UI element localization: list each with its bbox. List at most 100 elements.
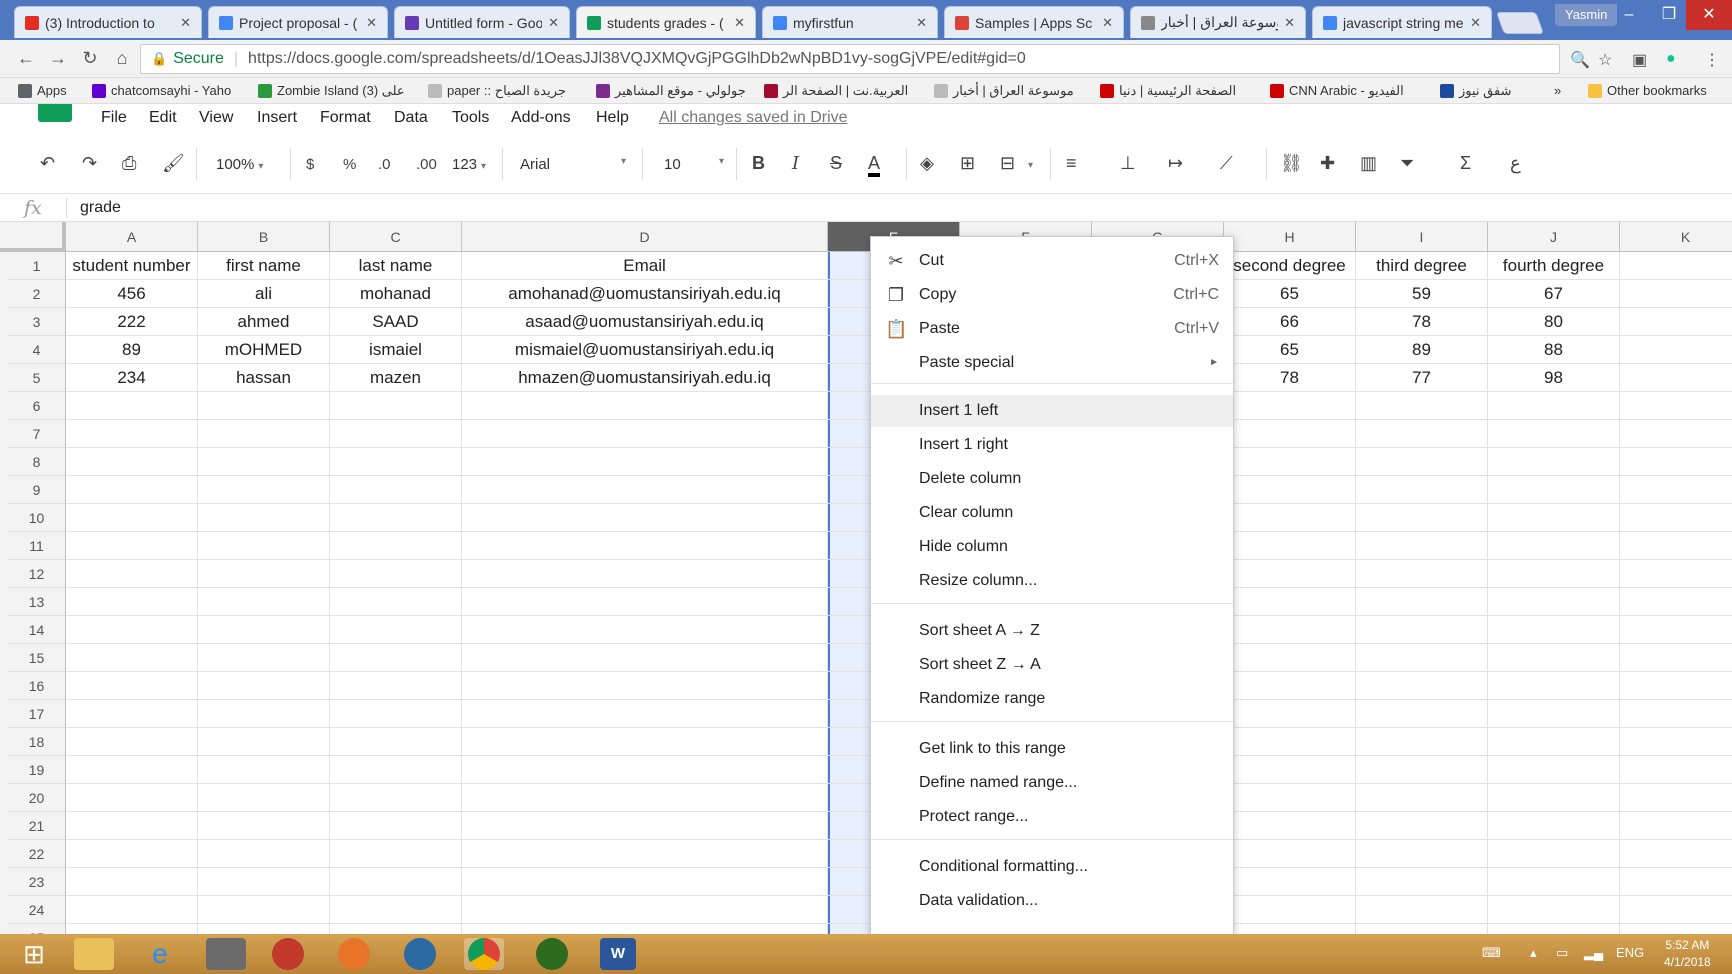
cell-d10[interactable] [462,504,828,532]
menu-item-paste[interactable]: 📋 Paste Ctrl+V [871,313,1233,345]
reload-icon[interactable]: ↻ [78,48,102,69]
cell-b8[interactable] [198,448,330,476]
menu-item-sort-sheet-z-a[interactable]: Sort sheet Z → A [871,649,1233,681]
row-header[interactable]: 20 [8,784,66,812]
undo-icon[interactable]: ↶ [40,153,55,174]
forward-icon[interactable]: → [46,48,70,69]
row-header[interactable]: 5 [8,364,66,392]
cell-b12[interactable] [198,560,330,588]
browser-tab[interactable]: javascript string me ✕ [1312,6,1492,38]
paint-format-icon[interactable]: 🖌 [162,153,185,174]
cell-b5[interactable]: hassan [198,364,330,392]
cell-c1[interactable]: last name [330,252,462,280]
cell-d25[interactable] [462,924,828,934]
cell-j24[interactable] [1488,896,1620,924]
menu-item-delete-column[interactable]: Delete column [871,463,1233,495]
fill-color-icon[interactable]: ◈ [920,153,934,174]
cell-d24[interactable] [462,896,828,924]
cell-c9[interactable] [330,476,462,504]
menu-item-copy[interactable]: ❐ Copy Ctrl+C [871,279,1233,311]
cell-i15[interactable] [1356,644,1488,672]
row-header[interactable]: 4 [8,336,66,364]
cell-j13[interactable] [1488,588,1620,616]
percent-format-button[interactable]: % [343,156,356,173]
column-header-d[interactable]: D [462,222,828,252]
browser-tab-active[interactable]: students grades - ( ✕ [576,6,756,38]
cell-i5[interactable]: 77 [1356,364,1488,392]
language-indicator[interactable]: ENG [1616,945,1644,960]
cell-i13[interactable] [1356,588,1488,616]
cell-h24[interactable] [1224,896,1356,924]
cell-c22[interactable] [330,840,462,868]
cell-d17[interactable] [462,700,828,728]
more-formats-select[interactable]: 123 ▾ [452,156,486,173]
cell-d3[interactable]: asaad@uomustansiriyah.edu.iq [462,308,828,336]
cell-c11[interactable] [330,532,462,560]
cell-j12[interactable] [1488,560,1620,588]
sheets-logo-icon[interactable] [38,104,72,122]
menu-tools[interactable]: Tools [452,109,489,127]
cell-c5[interactable]: mazen [330,364,462,392]
cell-h7[interactable] [1224,420,1356,448]
close-icon[interactable]: ✕ [548,15,559,31]
menu-insert[interactable]: Insert [257,109,297,127]
firefox-icon[interactable] [338,938,370,970]
cell-h25[interactable] [1224,924,1356,934]
row-header[interactable]: 9 [8,476,66,504]
media-player-icon[interactable] [404,938,436,970]
menu-item-sort-sheet-a-z[interactable]: Sort sheet A → Z [871,615,1233,647]
cell-i9[interactable] [1356,476,1488,504]
row-header[interactable]: 13 [8,588,66,616]
vertical-align-icon[interactable]: ⊥ [1120,153,1136,174]
column-header-a[interactable]: A [66,222,198,252]
cell-i6[interactable] [1356,392,1488,420]
back-icon[interactable]: ← [14,48,38,69]
cell-i3[interactable]: 78 [1356,308,1488,336]
cell-c3[interactable]: SAAD [330,308,462,336]
cell-i8[interactable] [1356,448,1488,476]
cell-c4[interactable]: ismaiel [330,336,462,364]
cell-c8[interactable] [330,448,462,476]
close-icon[interactable]: ✕ [366,15,377,31]
cell-c17[interactable] [330,700,462,728]
cell-j16[interactable] [1488,672,1620,700]
browser-tab[interactable]: موسوعة العراق | أخبار ✕ [1130,6,1306,38]
cell-k20[interactable] [1620,784,1732,812]
row-header[interactable]: 11 [8,532,66,560]
cell-j25[interactable] [1488,924,1620,934]
cell-a22[interactable] [66,840,198,868]
select-all-corner[interactable] [0,222,66,252]
chrome-icon[interactable] [464,938,504,970]
cell-i14[interactable] [1356,616,1488,644]
bookmark[interactable]: العربية.نت | الصفحة الر [764,83,908,99]
browser-tab[interactable]: Project proposal - ( ✕ [208,6,388,38]
cell-k10[interactable] [1620,504,1732,532]
insert-chart-icon[interactable]: ▥ [1360,153,1377,174]
cell-a14[interactable] [66,616,198,644]
browser-tab[interactable]: Samples | Apps Sc ✕ [944,6,1124,38]
cell-a2[interactable]: 456 [66,280,198,308]
system-clock[interactable]: 5:52 AM 4/1/2018 [1664,937,1711,971]
cell-j1[interactable]: fourth degree [1488,252,1620,280]
cell-i25[interactable] [1356,924,1488,934]
cell-a3[interactable]: 222 [66,308,198,336]
cell-b25[interactable] [198,924,330,934]
zoom-icon[interactable]: 🔍 [1570,50,1590,70]
cell-i24[interactable] [1356,896,1488,924]
cell-k18[interactable] [1620,728,1732,756]
cell-c20[interactable] [330,784,462,812]
cell-c23[interactable] [330,868,462,896]
cell-d4[interactable]: mismaiel@uomustansiriyah.edu.iq [462,336,828,364]
cell-a10[interactable] [66,504,198,532]
menu-item-get-link-to-this-range[interactable]: Get link to this range [871,733,1233,765]
cell-a9[interactable] [66,476,198,504]
browser-tab[interactable]: Untitled form - Goo ✕ [394,6,570,38]
cell-a21[interactable] [66,812,198,840]
cell-a12[interactable] [66,560,198,588]
cell-k19[interactable] [1620,756,1732,784]
cell-h15[interactable] [1224,644,1356,672]
cell-j5[interactable]: 98 [1488,364,1620,392]
cell-h14[interactable] [1224,616,1356,644]
cell-d1[interactable]: Email [462,252,828,280]
menu-addons[interactable]: Add-ons [511,109,571,127]
